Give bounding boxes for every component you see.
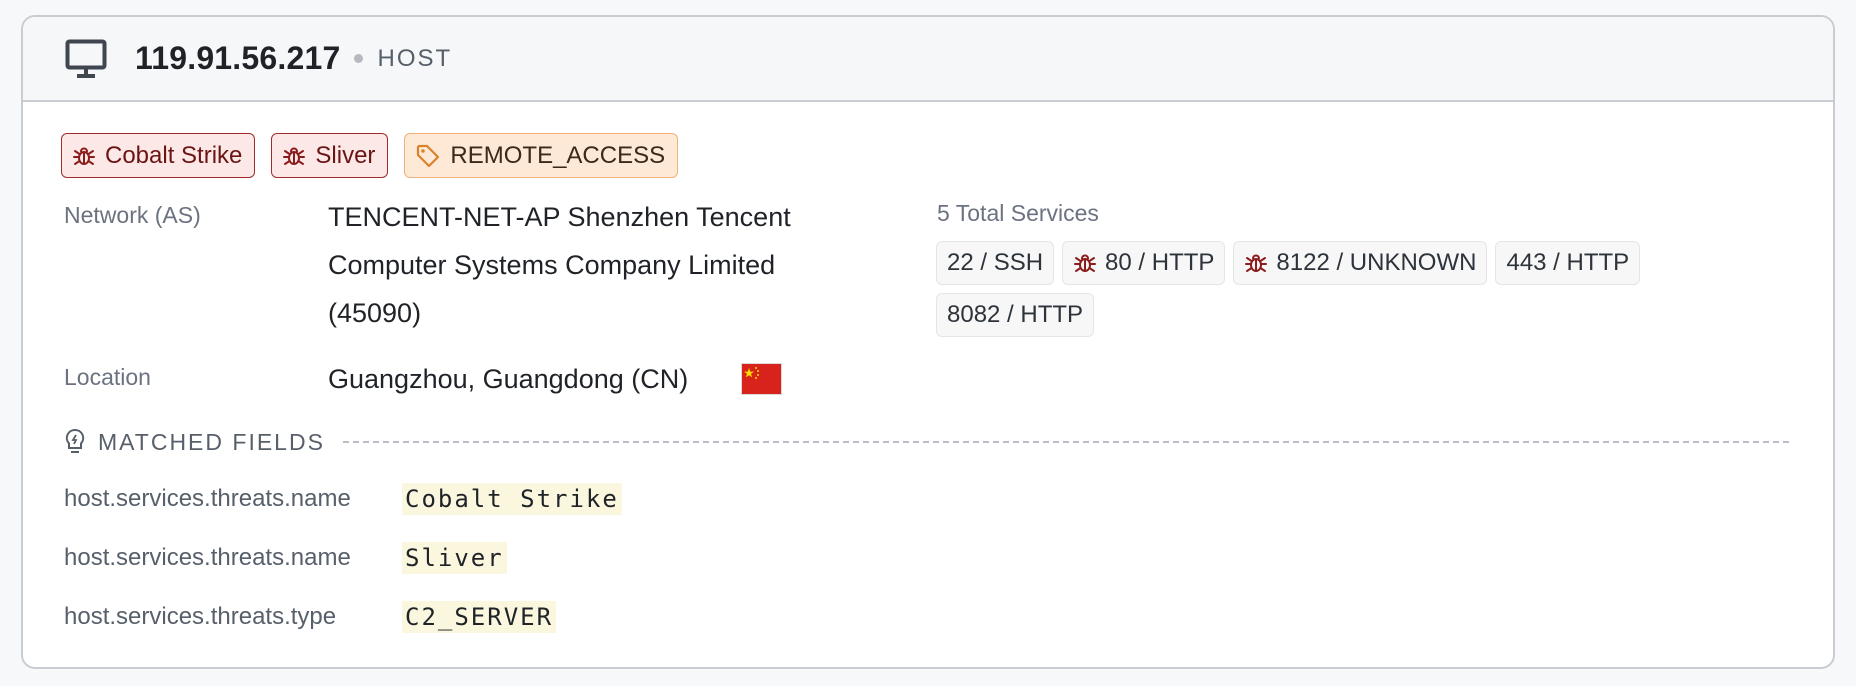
tag-remote-access[interactable]: REMOTE_ACCESS	[404, 133, 679, 178]
service-443-http[interactable]: 443 / HTTP	[1495, 241, 1641, 285]
matched-field-key: host.services.threats.name	[64, 485, 351, 512]
network-value: TENCENT-NET-AP Shenzhen Tencent Computer…	[328, 193, 791, 337]
matched-field-row: host.services.threats.type C2_SERVER	[64, 601, 557, 633]
lightbulb-icon	[65, 428, 85, 453]
bug-icon	[73, 147, 95, 165]
matched-field-value: Cobalt Strike	[402, 483, 622, 515]
service-label: 80 / HTTP	[1105, 249, 1215, 276]
bug-icon	[1074, 254, 1097, 272]
matched-fields-header: MATCHED FIELDS	[64, 428, 1789, 456]
service-label: 8122 / UNKNOWN	[1276, 249, 1477, 276]
location-value: Guangzhou, Guangdong (CN)	[328, 364, 689, 394]
dashed-divider	[342, 441, 1789, 443]
services-list: 22 / SSH 80 / HTTP 8122 / UNKNOWN 443 / …	[936, 241, 1696, 345]
china-flag-icon	[741, 363, 782, 395]
matched-field-value: C2_SERVER	[402, 601, 557, 633]
tag-icon	[417, 144, 440, 167]
location-label: Location	[64, 364, 151, 390]
network-label: Network (AS)	[64, 202, 201, 228]
bug-icon	[283, 147, 306, 165]
matched-field-key: host.services.threats.type	[64, 603, 337, 630]
service-80-http[interactable]: 80 / HTTP	[1062, 241, 1226, 285]
tag-list: Cobalt Strike Sliver REMOTE_ACCESS	[61, 133, 694, 178]
matched-field-row: host.services.threats.name Cobalt Strike	[64, 483, 622, 515]
tag-cobalt-strike[interactable]: Cobalt Strike	[61, 133, 256, 178]
network-line: Computer Systems Company Limited	[328, 250, 776, 280]
service-8122-unknown[interactable]: 8122 / UNKNOWN	[1233, 241, 1488, 285]
matched-field-row: host.services.threats.name Sliver	[64, 542, 507, 574]
service-label: 22 / SSH	[947, 249, 1044, 276]
tag-sliver[interactable]: Sliver	[271, 133, 389, 178]
service-22-ssh[interactable]: 22 / SSH	[936, 241, 1055, 285]
matched-field-key: host.services.threats.name	[64, 544, 351, 571]
tag-label: Cobalt Strike	[105, 141, 243, 169]
services-title: 5 Total Services	[937, 200, 1099, 226]
network-line: TENCENT-NET-AP Shenzhen Tencent	[328, 202, 791, 232]
service-label: 443 / HTTP	[1506, 249, 1630, 276]
tag-label: REMOTE_ACCESS	[450, 141, 666, 169]
matched-fields-title: MATCHED FIELDS	[98, 428, 325, 455]
service-8082-http[interactable]: 8082 / HTTP	[936, 293, 1095, 337]
matched-field-value: Sliver	[402, 542, 507, 574]
service-label: 8082 / HTTP	[947, 301, 1084, 328]
tag-label: Sliver	[315, 141, 376, 169]
network-line: (45090)	[328, 298, 422, 328]
bug-icon	[1245, 254, 1268, 272]
